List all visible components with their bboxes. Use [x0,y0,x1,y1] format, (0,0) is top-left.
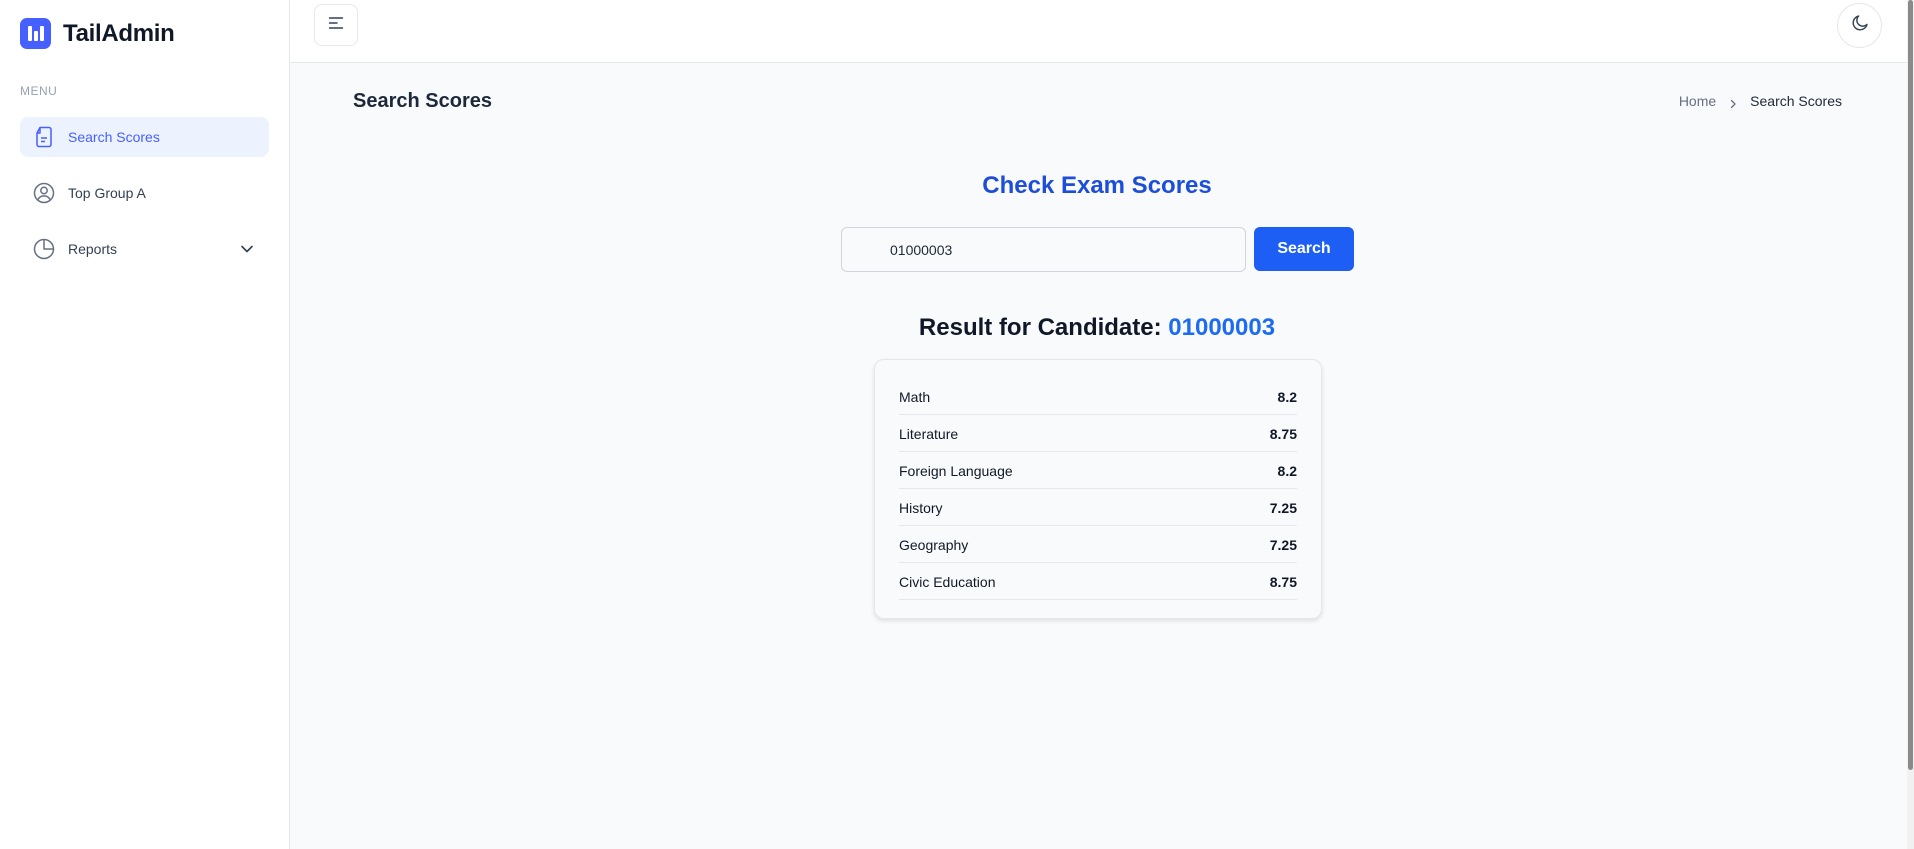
chevron-down-icon[interactable] [237,239,257,259]
menu-toggle-icon [328,16,344,35]
subject-score: 7.25 [1269,537,1297,553]
score-row: Civic Education 8.75 [899,563,1297,600]
theme-toggle-button[interactable] [1837,3,1882,48]
subject-name: Civic Education [899,574,996,590]
search-button[interactable]: Search [1254,227,1354,271]
subject-name: History [899,500,943,516]
subject-score: 8.2 [1277,389,1297,405]
scores-card: Math 8.2 Literature 8.75 Foreign Languag… [874,359,1322,619]
breadcrumb: Home Search Scores [1679,93,1842,109]
sidebar-item-label: Top Group A [68,185,146,201]
sidebar-item-reports[interactable]: Reports [20,229,269,269]
chevron-right-icon [1728,96,1738,109]
subject-name: Literature [899,426,959,442]
scrollbar-thumb[interactable] [1908,0,1913,770]
score-row: Foreign Language 8.2 [899,452,1297,489]
subject-score: 8.75 [1269,426,1297,442]
page-scrollbar[interactable] [1907,0,1914,849]
breadcrumb-current: Search Scores [1750,93,1842,109]
page-title: Search Scores [353,90,492,112]
logo[interactable]: TailAdmin [20,18,175,49]
document-icon [32,125,56,149]
score-row: Geography 7.25 [899,526,1297,563]
breadcrumb-home-link[interactable]: Home [1679,93,1716,109]
candidate-id: 01000003 [1168,314,1276,341]
search-heading: Check Exam Scores [982,172,1212,199]
subject-name: Foreign Language [899,463,1013,479]
sidebar: TailAdmin MENU Search Scores Top Group A [0,0,290,849]
sidebar-item-label: Search Scores [68,129,160,145]
result-label: Result for Candidate: [918,314,1169,341]
menu-section-title: MENU [20,84,58,98]
score-row: Literature 8.75 [899,415,1297,452]
candidate-number-input[interactable] [841,227,1246,272]
result-heading: Result for Candidate: 01000003 [841,314,1353,342]
subject-score: 8.75 [1269,574,1297,590]
top-header [290,0,1907,63]
user-circle-icon [32,181,56,205]
score-row: Math 8.2 [899,378,1297,415]
score-row: History 7.25 [899,489,1297,526]
pie-chart-icon [32,237,56,261]
sidebar-toggle-button[interactable] [314,4,358,46]
sidebar-item-top-group-a[interactable]: Top Group A [20,173,269,213]
subject-name: Geography [899,537,969,553]
sidebar-item-search-scores[interactable]: Search Scores [20,117,269,157]
subject-name: Math [899,389,931,405]
moon-icon [1851,14,1869,37]
logo-icon [20,18,51,49]
subject-score: 7.25 [1269,500,1297,516]
app-name: TailAdmin [63,19,175,47]
sidebar-item-label: Reports [68,241,118,257]
subject-score: 8.2 [1277,463,1297,479]
